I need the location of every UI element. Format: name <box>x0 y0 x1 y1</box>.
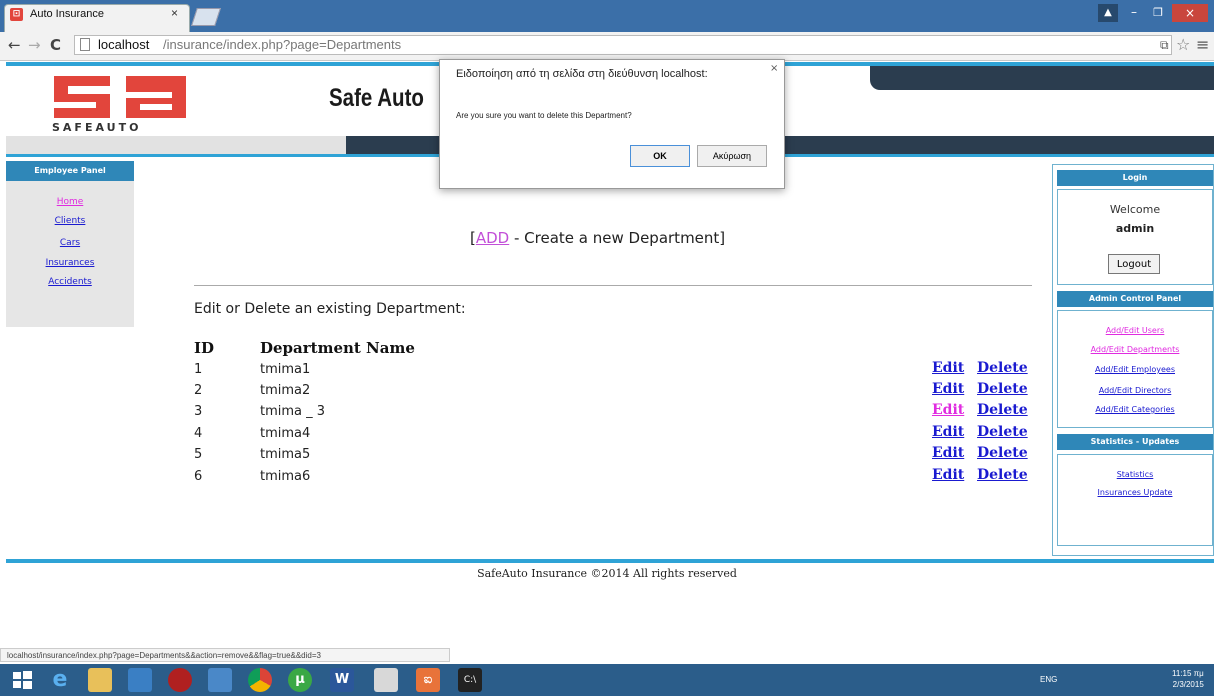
admin-link-directors[interactable]: Add/Edit Directors <box>1057 386 1213 395</box>
stats-link-statistics[interactable]: Statistics <box>1057 470 1213 479</box>
row-name: tmima4 <box>260 426 311 441</box>
minimize-icon[interactable]: – <box>1124 4 1144 22</box>
utorrent-icon[interactable]: µ <box>288 668 312 692</box>
edit-link[interactable]: Edit <box>932 467 964 483</box>
logo-text: SAFEAUTO <box>52 121 142 134</box>
row-id: 3 <box>194 404 203 419</box>
employee-panel-title: Employee Panel <box>6 161 134 181</box>
admin-link-departments[interactable]: Add/Edit Departments <box>1057 345 1213 354</box>
remote-desktop-icon[interactable] <box>128 668 152 692</box>
edit-link[interactable]: Edit <box>932 402 964 418</box>
nav-link-insurances[interactable]: Insurances <box>6 258 134 268</box>
edit-link[interactable]: Edit <box>932 360 964 376</box>
menu-icon[interactable]: ≡ <box>1196 35 1209 54</box>
delete-link[interactable]: Delete <box>977 424 1028 440</box>
chrome-icon[interactable] <box>248 668 272 692</box>
stats-panel-title: Statistics - Updates <box>1057 434 1213 450</box>
add-department-link[interactable]: ADD <box>476 229 509 247</box>
login-panel-title: Login <box>1057 170 1213 186</box>
row-id: 4 <box>194 426 203 441</box>
edit-link[interactable]: Edit <box>932 424 964 440</box>
edit-heading: Edit or Delete an existing Department: <box>194 301 466 317</box>
header-grey-bar <box>6 136 346 154</box>
divider <box>194 285 1032 286</box>
row-name: tmima6 <box>260 469 311 484</box>
row-name: tmima5 <box>260 447 311 462</box>
row-name: tmima1 <box>260 362 311 377</box>
add-description: - Create a new Department] <box>509 229 726 247</box>
translate-icon[interactable]: ⧉ <box>1160 38 1169 53</box>
add-department-line: [ADD - Create a new Department] <box>470 229 725 247</box>
url-path: /insurance/index.php?page=Departments <box>163 37 402 52</box>
footer-line <box>6 559 1214 563</box>
clock-date: 2/3/2015 <box>1172 680 1204 689</box>
welcome-text: Welcome <box>1109 203 1161 216</box>
window-close-icon[interactable]: × <box>1172 4 1208 22</box>
column-header-name: Department Name <box>260 339 415 357</box>
nav-link-accidents[interactable]: Accidents <box>6 277 134 287</box>
system-tray-language[interactable]: ENG <box>1040 675 1057 684</box>
back-arrow-icon[interactable]: ← <box>8 36 21 54</box>
page-icon <box>80 38 90 51</box>
reload-icon[interactable]: C <box>50 36 61 54</box>
url-host: localhost <box>98 37 150 52</box>
tab-close-icon[interactable]: × <box>171 6 178 20</box>
admin-link-categories[interactable]: Add/Edit Categories <box>1057 405 1213 414</box>
logout-button[interactable]: Logout <box>1108 254 1160 274</box>
delete-link[interactable]: Delete <box>977 467 1028 483</box>
dialog-message: Are you sure you want to delete this Dep… <box>456 111 632 120</box>
dialog-close-icon[interactable]: × <box>770 63 778 74</box>
ok-button[interactable]: OK <box>630 145 690 167</box>
row-name: tmima _ 3 <box>260 404 326 419</box>
admin-panel-title: Admin Control Panel <box>1057 291 1213 307</box>
user-profile-icon[interactable]: ▲ <box>1098 4 1118 22</box>
nav-link-clients[interactable]: Clients <box>6 216 134 226</box>
row-id: 1 <box>194 362 203 377</box>
favicon-icon: ⊡ <box>10 8 23 21</box>
footer-text: SafeAuto Insurance ©2014 All rights rese… <box>477 567 737 580</box>
stats-link-insurances-update[interactable]: Insurances Update <box>1057 488 1213 497</box>
admin-link-users[interactable]: Add/Edit Users <box>1057 326 1213 335</box>
tab-title: Auto Insurance <box>30 8 104 20</box>
taskbar-clock[interactable]: 11:15 πμ 2/3/2015 <box>1172 668 1204 690</box>
windows-start-icon[interactable] <box>10 668 34 692</box>
delete-link[interactable]: Delete <box>977 445 1028 461</box>
delete-link[interactable]: Delete <box>977 381 1028 397</box>
clock-time: 11:15 πμ <box>1172 669 1204 678</box>
media-app-icon[interactable] <box>168 668 192 692</box>
edit-link[interactable]: Edit <box>932 445 964 461</box>
window-app-icon[interactable] <box>208 668 232 692</box>
dialog-title: Ειδοποίηση από τη σελίδα στη διεύθυνση l… <box>456 68 708 80</box>
edit-link[interactable]: Edit <box>932 381 964 397</box>
site-title: Safe Auto <box>329 84 424 112</box>
xampp-icon[interactable]: ಐ <box>416 668 440 692</box>
admin-link-employees[interactable]: Add/Edit Employees <box>1057 365 1213 374</box>
maximize-icon[interactable]: ❐ <box>1148 4 1168 22</box>
file-explorer-icon[interactable] <box>88 668 112 692</box>
internet-explorer-icon[interactable]: e <box>48 668 72 692</box>
row-id: 6 <box>194 469 203 484</box>
word-icon[interactable]: W <box>330 668 354 692</box>
nav-link-home[interactable]: Home <box>6 197 134 207</box>
header-dark-panel <box>870 66 1214 90</box>
column-header-id: ID <box>194 339 215 357</box>
username: admin <box>1115 222 1155 235</box>
command-prompt-icon[interactable]: C:\ <box>458 668 482 692</box>
bookmark-star-icon[interactable]: ☆ <box>1176 35 1190 54</box>
delete-link[interactable]: Delete <box>977 402 1028 418</box>
status-bar-url: localhost/insurance/index.php?page=Depar… <box>0 648 450 662</box>
stats-box <box>1057 454 1213 546</box>
forward-arrow-icon[interactable]: → <box>28 36 41 54</box>
row-id: 2 <box>194 383 203 398</box>
row-name: tmima2 <box>260 383 311 398</box>
delete-link[interactable]: Delete <box>977 360 1028 376</box>
cancel-button[interactable]: Ακύρωση <box>697 145 767 167</box>
document-app-icon[interactable] <box>374 668 398 692</box>
nav-link-cars[interactable]: Cars <box>6 238 134 248</box>
row-id: 5 <box>194 447 203 462</box>
